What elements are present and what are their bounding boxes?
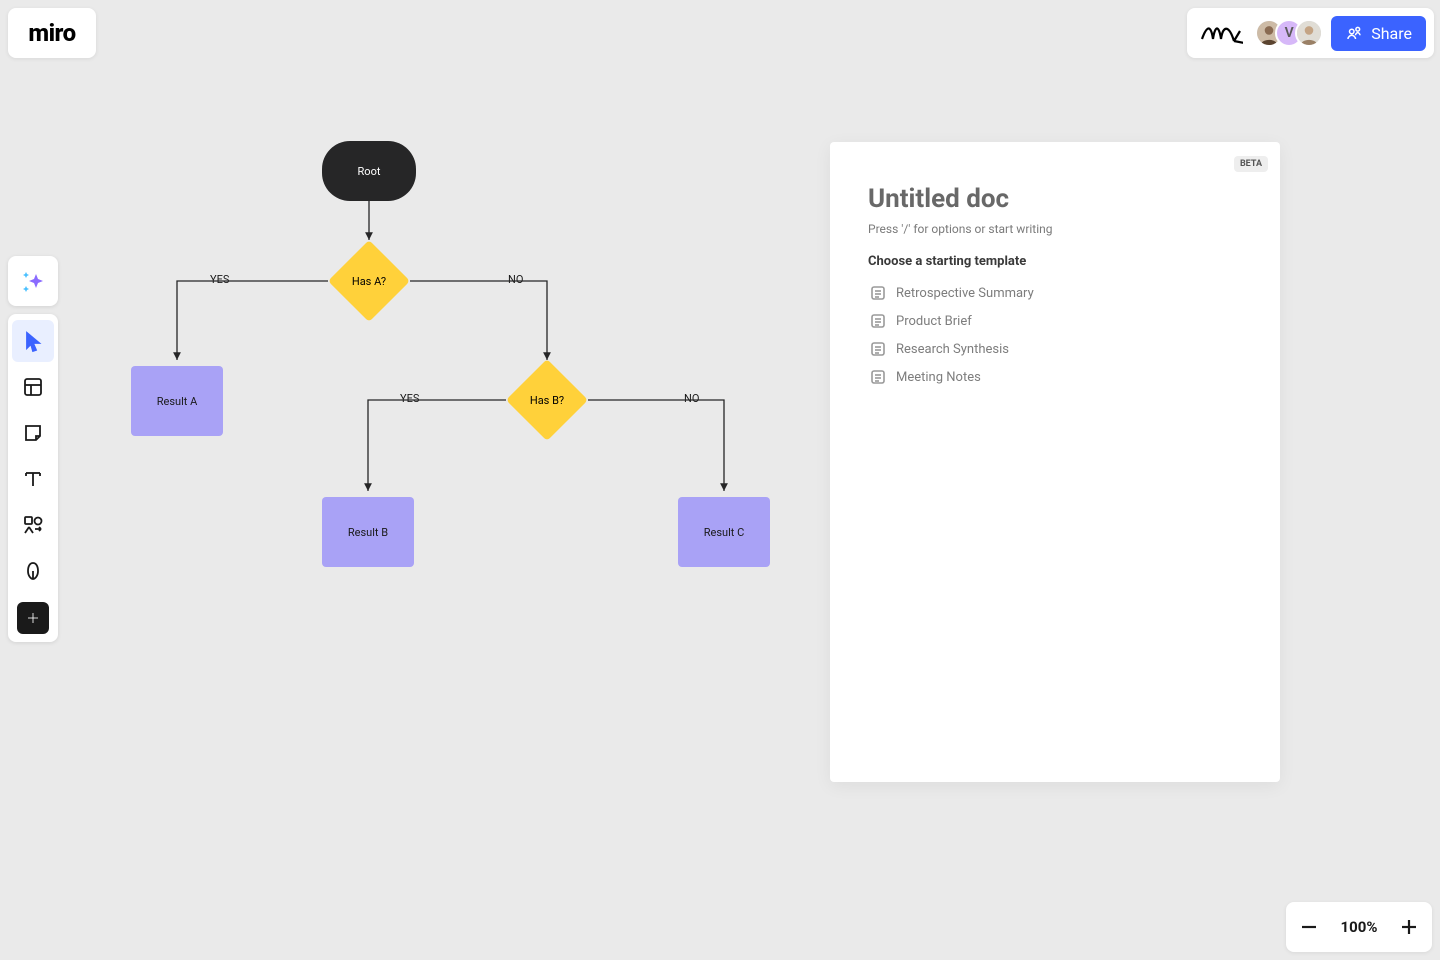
- doc-hint: Press '/' for options or start writing: [868, 222, 1242, 236]
- template-item[interactable]: Retrospective Summary: [868, 279, 1242, 307]
- template-label: Research Synthesis: [896, 342, 1009, 357]
- zoom-in-button[interactable]: [1386, 902, 1432, 952]
- template-label: Meeting Notes: [896, 370, 981, 385]
- zoom-value[interactable]: 100%: [1332, 918, 1386, 936]
- template-item[interactable]: Product Brief: [868, 307, 1242, 335]
- template-item[interactable]: Meeting Notes: [868, 363, 1242, 391]
- template-label: Retrospective Summary: [896, 286, 1034, 301]
- doc-icon: [870, 285, 886, 301]
- zoom-controls: 100%: [1286, 902, 1432, 952]
- beta-badge: BETA: [1234, 156, 1268, 172]
- template-heading: Choose a starting template: [868, 254, 1242, 269]
- plus-icon: [1399, 917, 1419, 937]
- doc-title[interactable]: Untitled doc: [868, 184, 1242, 214]
- doc-icon: [870, 313, 886, 329]
- doc-panel[interactable]: BETA Untitled doc Press '/' for options …: [830, 142, 1280, 782]
- doc-icon: [870, 341, 886, 357]
- doc-icon: [870, 369, 886, 385]
- template-item[interactable]: Research Synthesis: [868, 335, 1242, 363]
- minus-icon: [1299, 917, 1319, 937]
- template-label: Product Brief: [896, 314, 972, 329]
- zoom-out-button[interactable]: [1286, 902, 1332, 952]
